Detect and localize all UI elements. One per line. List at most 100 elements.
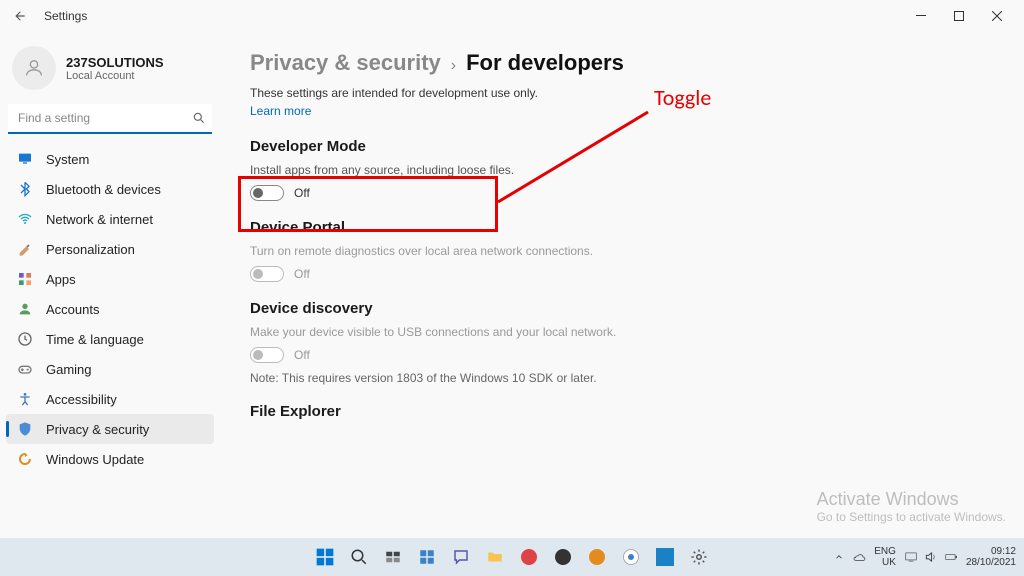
device-portal-section: Device Portal Turn on remote diagnostics… [250,219,1004,282]
sidebar-item-label: Windows Update [46,452,144,467]
search-box[interactable] [8,104,212,134]
developer-mode-section: Developer Mode Install apps from any sou… [250,138,1004,201]
close-button[interactable] [978,2,1016,30]
task-view-button[interactable] [378,542,408,572]
taskbar-app-4[interactable] [616,542,646,572]
volume-tray-icon[interactable] [924,550,938,564]
widgets-icon [418,548,436,566]
update-icon [16,450,34,468]
apps-icon [16,270,34,288]
section-title: Device discovery [250,300,1004,317]
section-desc: Turn on remote diagnostics over local ar… [250,244,1004,258]
taskbar-app-1[interactable] [514,542,544,572]
learn-more-link[interactable]: Learn more [250,104,311,118]
annotation-text: Toggle [654,84,711,111]
titlebar: Settings [0,0,1024,32]
minimize-button[interactable] [902,2,940,30]
taskbar-app-5[interactable] [650,542,680,572]
toggle-state: Off [294,267,310,281]
account-name: 237SOLUTIONS [66,55,164,70]
gear-icon [690,548,708,566]
network-tray-icon[interactable] [904,550,918,564]
device-portal-toggle[interactable] [250,266,284,282]
sidebar-item-personalization[interactable]: Personalization [6,234,214,264]
sidebar-item-label: Accessibility [46,392,117,407]
start-button[interactable] [310,542,340,572]
file-explorer-section: File Explorer [250,403,1004,420]
watermark-title: Activate Windows [817,489,1006,510]
search-input[interactable] [16,110,186,126]
search-button[interactable] [344,542,374,572]
sidebar-item-privacy-security[interactable]: Privacy & security [6,414,214,444]
chat-button[interactable] [446,542,476,572]
accounts-icon [16,300,34,318]
sidebar-item-label: Privacy & security [46,422,149,437]
account-block[interactable]: 237SOLUTIONS Local Account [6,40,214,104]
maximize-button[interactable] [940,2,978,30]
language-indicator[interactable]: ENG UK [874,546,896,568]
widgets-button[interactable] [412,542,442,572]
sidebar-item-label: Bluetooth & devices [46,182,161,197]
toggle-state: Off [294,186,310,200]
activate-windows-watermark: Activate Windows Go to Settings to activ… [817,489,1006,524]
shield-icon [16,420,34,438]
bluetooth-icon [16,180,34,198]
app-icon [588,548,606,566]
task-view-icon [384,548,402,566]
battery-tray-icon[interactable] [944,550,958,564]
file-explorer-button[interactable] [480,542,510,572]
app-icon [554,548,572,566]
breadcrumb-current: For developers [466,50,624,76]
section-title: Device Portal [250,219,1004,236]
sidebar-item-time-language[interactable]: Time & language [6,324,214,354]
taskbar-app-2[interactable] [548,542,578,572]
taskbar-app-3[interactable] [582,542,612,572]
accessibility-icon [16,390,34,408]
sidebar-item-system[interactable]: System [6,144,214,174]
sidebar-item-label: Personalization [46,242,135,257]
chat-icon [452,548,470,566]
sidebar: 237SOLUTIONS Local Account System Blueto… [0,32,220,538]
sidebar-item-bluetooth[interactable]: Bluetooth & devices [6,174,214,204]
app-icon [656,548,674,566]
sidebar-item-windows-update[interactable]: Windows Update [6,444,214,474]
app-title: Settings [44,9,87,23]
section-title: Developer Mode [250,138,1004,155]
sidebar-item-label: Time & language [46,332,144,347]
system-tray[interactable] [852,550,866,564]
account-type: Local Account [66,70,164,82]
watermark-sub: Go to Settings to activate Windows. [817,510,1006,524]
sidebar-item-gaming[interactable]: Gaming [6,354,214,384]
toggle-state: Off [294,348,310,362]
gamepad-icon [16,360,34,378]
tray-chevron-up-icon[interactable] [834,552,844,562]
clock-icon [16,330,34,348]
sidebar-item-accessibility[interactable]: Accessibility [6,384,214,414]
close-icon [992,11,1002,21]
section-title: File Explorer [250,403,1004,420]
back-button[interactable] [8,4,32,28]
avatar [12,46,56,90]
sidebar-item-label: Gaming [46,362,92,377]
breadcrumb-parent[interactable]: Privacy & security [250,50,441,76]
sidebar-item-accounts[interactable]: Accounts [6,294,214,324]
developer-mode-toggle[interactable] [250,185,284,201]
wifi-icon [16,210,34,228]
search-icon [350,548,368,566]
clock[interactable]: 09:12 28/10/2021 [966,546,1016,568]
device-discovery-toggle[interactable] [250,347,284,363]
maximize-icon [954,11,964,21]
sidebar-item-apps[interactable]: Apps [6,264,214,294]
taskbar: ENG UK 09:12 28/10/2021 [0,538,1024,576]
app-icon [520,548,538,566]
sidebar-item-label: Network & internet [46,212,153,227]
minimize-icon [916,11,926,21]
section-desc: Make your device visible to USB connecti… [250,325,1004,339]
sidebar-item-network[interactable]: Network & internet [6,204,214,234]
search-icon [192,111,206,125]
sidebar-item-label: Accounts [46,302,99,317]
onedrive-icon [852,550,866,564]
taskbar-app-settings[interactable] [684,542,714,572]
section-note: Note: This requires version 1803 of the … [250,371,1004,385]
breadcrumb: Privacy & security › For developers [250,50,1004,76]
